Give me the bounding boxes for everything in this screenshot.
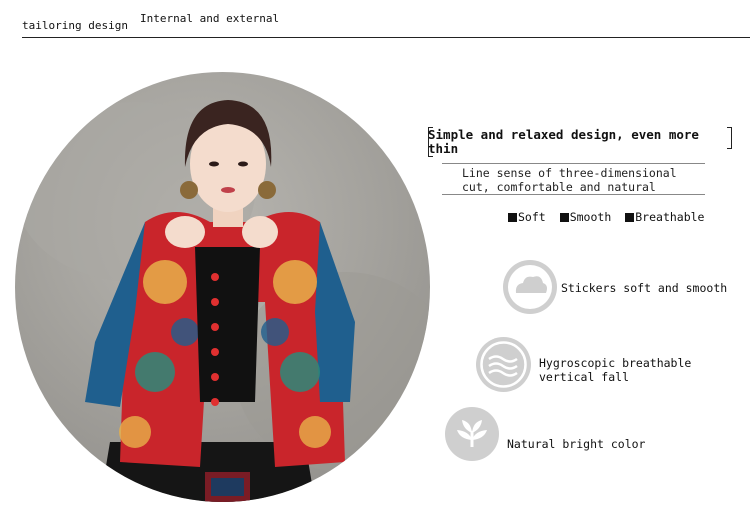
tab-internal-external: Internal and external bbox=[140, 12, 280, 25]
waves-icon bbox=[476, 337, 531, 392]
leaf-icon bbox=[445, 407, 499, 461]
feature-text-soft-smooth: Stickers soft and smooth bbox=[561, 281, 728, 295]
cloud-icon bbox=[503, 260, 557, 314]
badge-smooth: Smooth bbox=[560, 210, 612, 224]
headline: Simple and relaxed design, even more thi… bbox=[428, 127, 699, 156]
badge-breathable: Breathable bbox=[625, 210, 704, 224]
tab-tailoring-design: tailoring design bbox=[22, 19, 128, 32]
subtext: Line sense of three-dimensional cut, com… bbox=[462, 166, 677, 194]
feature-text-breathable: Hygroscopic breathable vertical fall bbox=[539, 356, 692, 384]
model-illustration bbox=[15, 100, 430, 502]
feature-text-color: Natural bright color bbox=[507, 437, 646, 451]
header-divider bbox=[22, 37, 750, 38]
feature-badges: Soft Smooth Breathable bbox=[508, 210, 719, 224]
badge-soft: Soft bbox=[508, 210, 546, 224]
model-photo bbox=[15, 72, 430, 502]
